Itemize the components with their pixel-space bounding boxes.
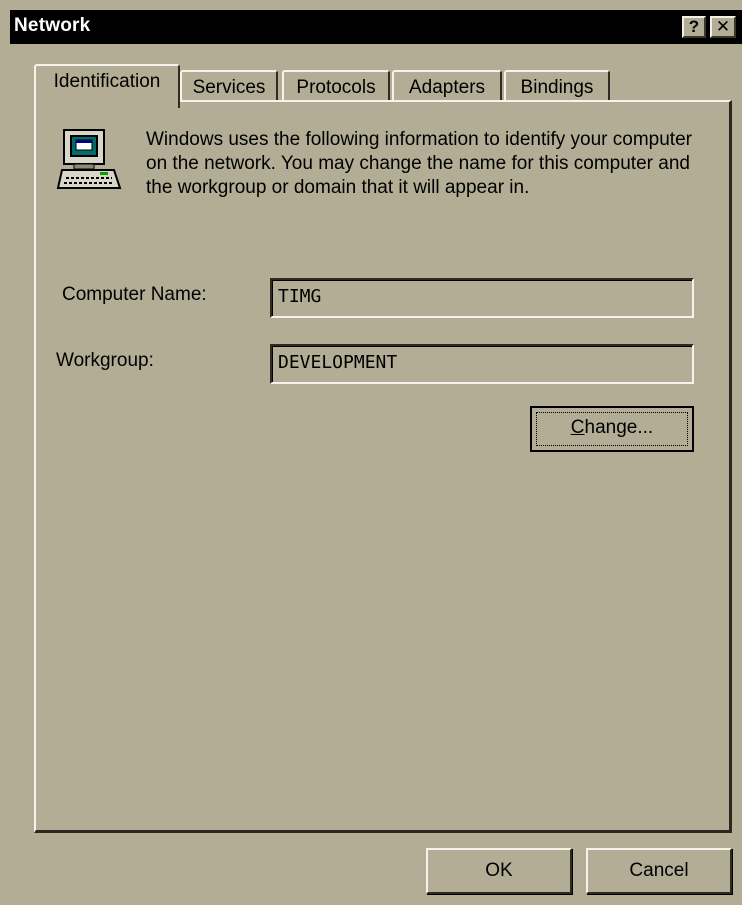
change-button[interactable]: Change... xyxy=(530,406,694,452)
change-button-label: hange... xyxy=(584,417,654,438)
identification-panel xyxy=(34,100,732,833)
help-icon: ? xyxy=(688,17,700,36)
workgroup-field[interactable]: DEVELOPMENT xyxy=(270,344,694,384)
close-icon: ✕ xyxy=(715,17,731,36)
tab-identification[interactable]: Identification xyxy=(34,64,180,108)
computer-icon xyxy=(56,129,122,189)
close-button[interactable]: ✕ xyxy=(710,16,736,38)
computer-name-label: Computer Name: xyxy=(62,284,207,305)
help-button[interactable]: ? xyxy=(682,16,706,38)
title-bar[interactable]: Network ? ✕ xyxy=(10,10,742,44)
computer-name-field[interactable]: TIMG xyxy=(270,278,694,318)
change-accelerator: C xyxy=(570,417,585,438)
ok-button[interactable]: OK xyxy=(426,848,572,894)
window-title: Network xyxy=(14,15,91,36)
network-dialog: Network ? ✕ Identification Services Prot… xyxy=(0,0,742,905)
change-button-focus-rect: Change... xyxy=(536,412,688,446)
identification-description: Windows uses the following information t… xyxy=(146,129,692,198)
cancel-button[interactable]: Cancel xyxy=(586,848,732,894)
workgroup-label: Workgroup: xyxy=(56,350,154,371)
